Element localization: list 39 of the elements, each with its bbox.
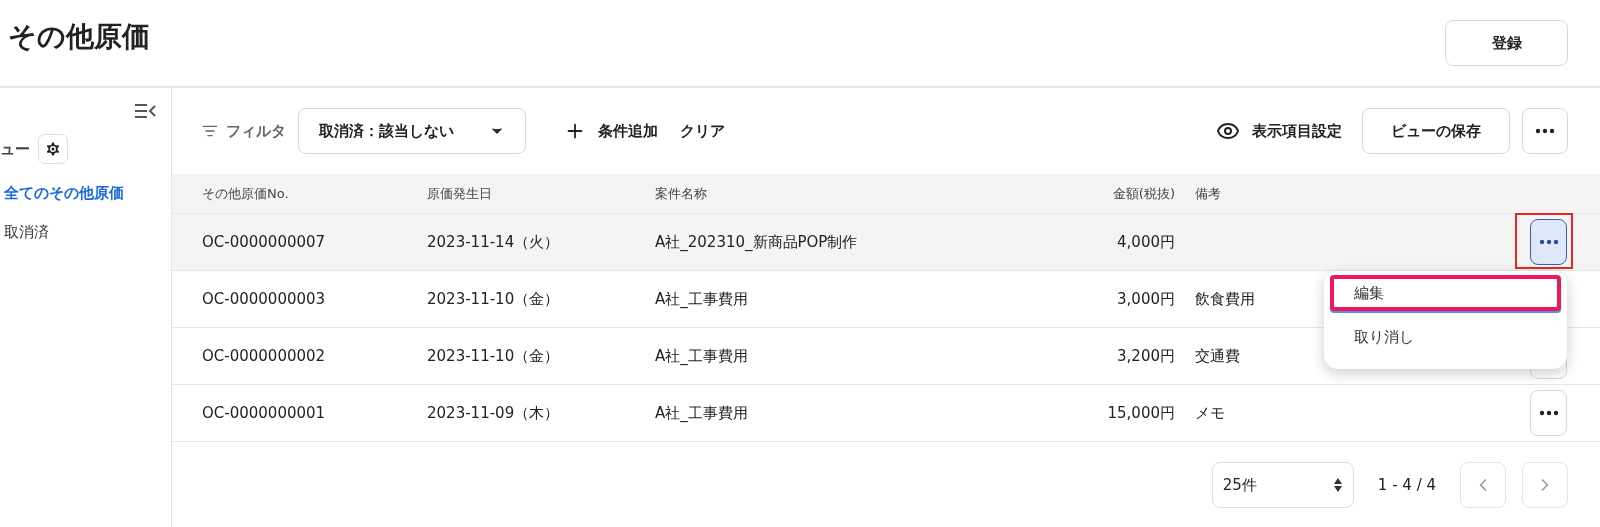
table-cell: 交通費	[1195, 346, 1240, 366]
column-header: 案件名称	[655, 184, 708, 203]
menu-item[interactable]: 編集	[1330, 275, 1561, 311]
table-cell-text: OC-0000000001	[202, 404, 327, 422]
filter-button[interactable]: フィルタ	[202, 121, 286, 141]
page-size-select[interactable]: 25件	[1211, 462, 1354, 508]
table-cell-text: 2023-11-10（金）	[427, 346, 561, 366]
page-title: その他原価	[8, 19, 150, 55]
table-cell-text: 4,000円	[1116, 232, 1175, 252]
column-header: 備考	[1195, 184, 1221, 203]
filter-chip[interactable]: 取消済：該当しない	[298, 108, 526, 154]
add-condition-button[interactable]: 条件追加	[564, 120, 658, 142]
table-cell-text: 2023-11-09（木）	[427, 403, 561, 423]
table-row[interactable]: OC-0000000007 2023-11-14（火） A社_202310_新商品POP制作 4,000円	[172, 214, 1600, 271]
save-view-button[interactable]: ビューの保存	[1362, 108, 1510, 154]
table-cell-text: OC-0000000003	[202, 290, 327, 308]
display-settings-button[interactable]: 表示項目設定	[1216, 119, 1342, 143]
column-header: 原価発生日	[427, 184, 493, 203]
table-cell-text: OC-0000000007	[202, 233, 327, 251]
column-header: 金額(税抜)	[1111, 184, 1175, 203]
view-item[interactable]: 取消済	[0, 213, 157, 252]
table-cell-text: OC-0000000002	[202, 347, 327, 365]
table-cell: 飲食費用	[1195, 289, 1255, 309]
table-cell: メモ	[1195, 403, 1225, 423]
table-cell-text: A社_工事費用	[655, 403, 749, 423]
table-cell-text: 2023-11-10（金）	[427, 289, 561, 309]
register-button[interactable]: 登録	[1445, 20, 1568, 66]
clear-button[interactable]: クリア	[680, 121, 725, 141]
view-section-label: ュー	[0, 139, 30, 159]
table-cell-text: A社_工事費用	[655, 289, 749, 309]
column-header: その他原価No.	[202, 184, 290, 203]
page-range: 1 - 4 / 4	[1376, 476, 1437, 494]
table-cell-text: 3,200円	[1116, 346, 1175, 366]
view-item[interactable]: 全てのその他原価	[0, 174, 157, 213]
table-cell-text: 2023-11-14（火）	[427, 232, 561, 252]
table-cell-text: 3,000円	[1116, 289, 1175, 309]
table-cell-text: A社_202310_新商品POP制作	[655, 232, 859, 252]
table-cell-text: A社_工事費用	[655, 346, 749, 366]
table-cell-text: 15,000円	[1106, 403, 1175, 423]
